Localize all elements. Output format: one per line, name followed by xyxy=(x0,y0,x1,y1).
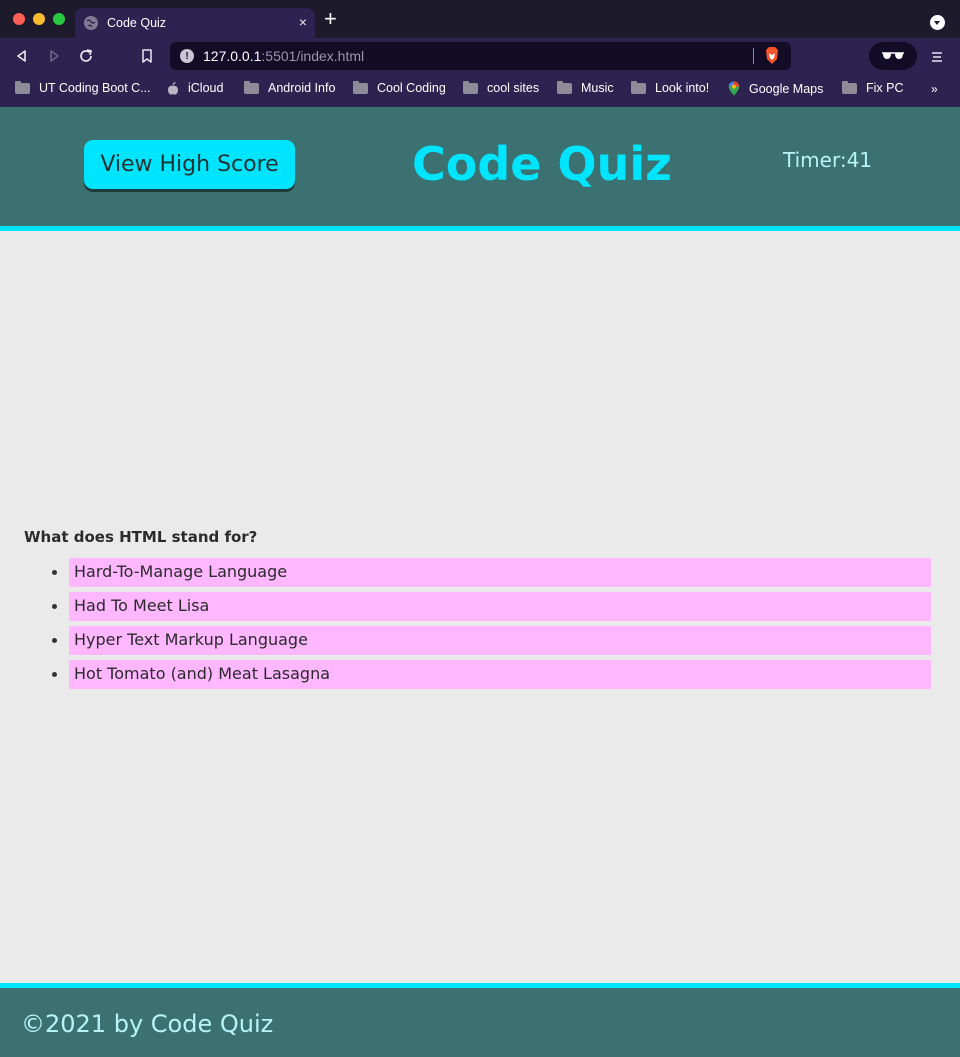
bookmark-link[interactable]: iCloud xyxy=(167,81,223,95)
folder-icon xyxy=(631,80,646,94)
bookmark-label: Google Maps xyxy=(749,81,824,96)
folder-icon xyxy=(353,80,368,94)
brave-shields-icon[interactable] xyxy=(764,46,780,66)
bookmark-folder[interactable]: Fix PC xyxy=(842,80,904,95)
map-pin-icon xyxy=(728,81,740,96)
bookmark-label: cool sites xyxy=(487,81,540,95)
apple-icon xyxy=(167,81,179,95)
bookmark-label: UT Coding Boot C... xyxy=(39,81,151,95)
folder-icon xyxy=(244,80,259,94)
answer-option[interactable]: Hard-To-Manage Language xyxy=(69,558,931,587)
bullet-icon xyxy=(52,570,57,575)
bookmark-folder[interactable]: Look into! xyxy=(631,80,710,95)
answer-option[interactable]: Had To Meet Lisa xyxy=(69,592,931,621)
forward-icon[interactable] xyxy=(44,46,64,66)
question-text: What does HTML stand for? xyxy=(24,528,258,546)
bookmark-folder[interactable]: Cool Coding xyxy=(353,80,446,95)
folder-icon xyxy=(842,80,857,94)
new-tab-button[interactable]: + xyxy=(324,8,337,30)
browser-tabstrip: Code Quiz × + xyxy=(0,0,960,38)
site-info-icon[interactable]: ! xyxy=(180,49,194,63)
answer-option[interactable]: Hyper Text Markup Language xyxy=(69,626,931,655)
page-footer: ©2021 by Code Quiz xyxy=(0,983,960,1057)
globe-icon xyxy=(84,16,98,30)
bookmark-folder[interactable]: Android Info xyxy=(244,80,336,95)
bookmark-label: Fix PC xyxy=(866,81,904,95)
bullet-icon xyxy=(52,638,57,643)
answer-option[interactable]: Hot Tomato (and) Meat Lasagna xyxy=(69,660,931,689)
bullet-icon xyxy=(52,604,57,609)
bookmark-label: Music xyxy=(581,81,614,95)
bookmark-link[interactable]: Google Maps xyxy=(728,81,823,96)
browser-tab[interactable]: Code Quiz × xyxy=(75,8,315,38)
bullet-icon xyxy=(52,672,57,677)
url-divider xyxy=(753,48,754,64)
close-tab-icon[interactable]: × xyxy=(299,14,307,30)
bookmark-label: Look into! xyxy=(655,81,710,95)
back-icon[interactable] xyxy=(12,46,32,66)
tab-menu-icon[interactable] xyxy=(930,15,945,30)
url-host: 127.0.0.1 xyxy=(203,48,262,64)
answer-item: Had To Meet Lisa xyxy=(0,592,960,626)
folder-icon xyxy=(557,80,572,94)
maximize-window-button[interactable] xyxy=(53,13,65,25)
reload-icon[interactable] xyxy=(76,46,96,66)
bookmark-folder[interactable]: Music xyxy=(557,80,614,95)
page-title: Code Quiz xyxy=(412,137,672,191)
bookmark-folder[interactable]: cool sites xyxy=(463,80,540,95)
sunglasses-extension-icon[interactable] xyxy=(869,42,917,70)
footer-text: ©2021 by Code Quiz xyxy=(21,1010,274,1038)
page-header: View High Score Code Quiz Timer:41 xyxy=(0,107,960,231)
address-bar[interactable]: ! 127.0.0.1:5501/index.html xyxy=(170,42,791,70)
answer-item: Hot Tomato (and) Meat Lasagna xyxy=(0,660,960,694)
bookmarks-overflow-icon[interactable]: » xyxy=(931,82,938,96)
timer-value: 41 xyxy=(846,148,873,172)
minimize-window-button[interactable] xyxy=(33,13,45,25)
bookmark-label: iCloud xyxy=(188,81,224,95)
bookmark-label: Cool Coding xyxy=(377,81,446,95)
bookmark-icon[interactable] xyxy=(137,46,157,66)
bookmarks-bar: UT Coding Boot C... iCloud Android Info … xyxy=(0,74,960,107)
timer-label: Timer: xyxy=(783,148,847,172)
browser-toolbar: ! 127.0.0.1:5501/index.html xyxy=(0,38,960,74)
close-window-button[interactable] xyxy=(13,13,25,25)
folder-icon xyxy=(15,80,30,94)
view-high-score-button[interactable]: View High Score xyxy=(84,140,295,189)
answer-item: Hard-To-Manage Language xyxy=(0,558,960,592)
bookmark-folder[interactable]: UT Coding Boot C... xyxy=(15,80,151,95)
folder-icon xyxy=(463,80,478,94)
tab-title: Code Quiz xyxy=(107,16,167,30)
hamburger-menu-icon[interactable] xyxy=(930,49,944,68)
answer-item: Hyper Text Markup Language xyxy=(0,626,960,660)
url-text: 127.0.0.1:5501/index.html xyxy=(203,48,364,64)
answer-list: Hard-To-Manage Language Had To Meet Lisa… xyxy=(0,558,960,694)
bookmark-label: Android Info xyxy=(268,81,336,95)
timer: Timer:41 xyxy=(783,148,872,172)
url-path: :5501/index.html xyxy=(261,48,365,64)
